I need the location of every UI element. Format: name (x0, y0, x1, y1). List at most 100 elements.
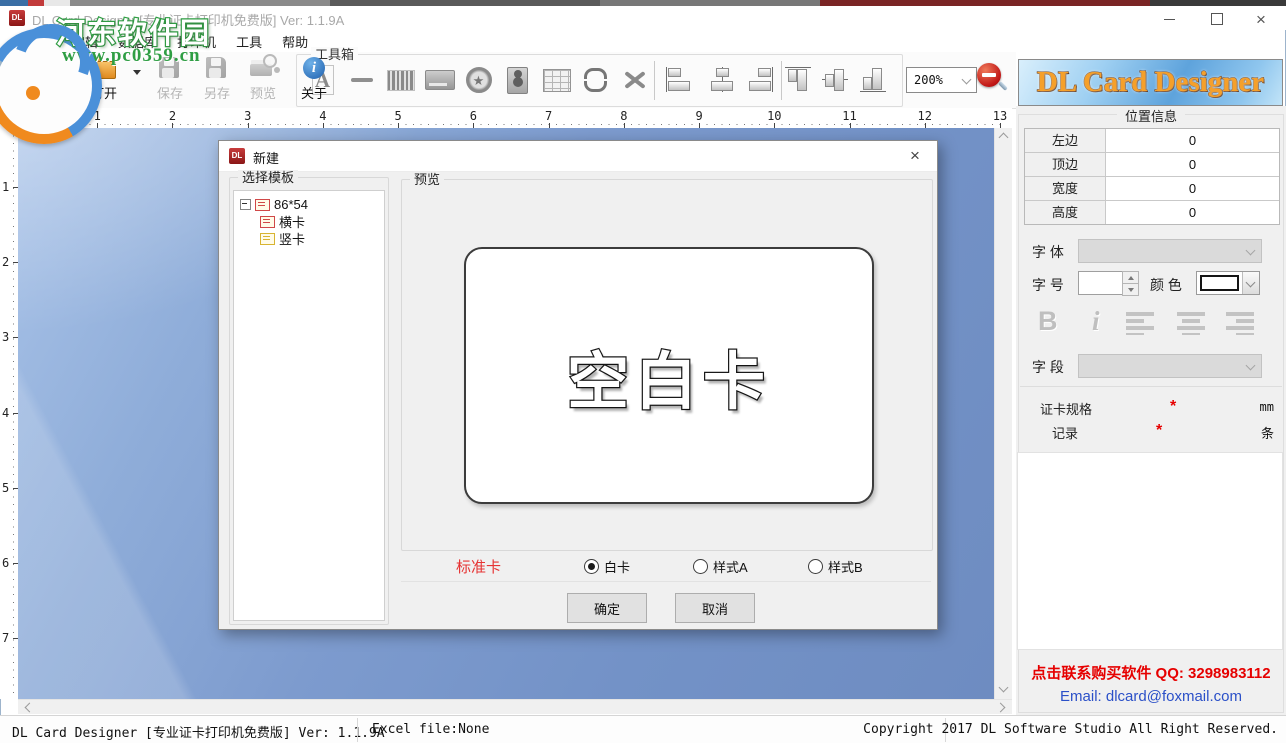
properties-panel: 位置信息 左边0顶边0宽度0高度0 字 体 字 号 颜 色 B i 字 段 证卡… (1016, 106, 1286, 715)
align-middle-vertical-icon[interactable] (822, 67, 848, 92)
scroll-left-icon[interactable] (25, 703, 35, 713)
radio-unchecked-icon[interactable] (693, 559, 708, 574)
barcode-tool-icon[interactable] (383, 61, 418, 99)
app-window: DL DL Card Designer [专业证卡打印机免费版] Ver: 1.… (0, 0, 1286, 743)
new-button-label: 新建 (21, 83, 47, 102)
field-select[interactable] (1078, 354, 1262, 378)
scroll-up-icon[interactable] (999, 133, 1009, 143)
tree-collapse-icon[interactable] (240, 199, 251, 210)
italic-button[interactable]: i (1092, 306, 1100, 336)
chevron-down-icon (1246, 361, 1256, 371)
toolbox-separator (781, 61, 782, 100)
menu-item-1[interactable]: 编辑 (62, 30, 108, 53)
position-row-value: 0 (1106, 153, 1279, 176)
line-tool-icon[interactable] (344, 61, 379, 99)
purchase-contact-link[interactable]: 点击联系购买软件 QQ: 3298983112 (1016, 662, 1286, 683)
radio-checked-icon[interactable] (584, 559, 599, 574)
save-button-label: 保存 (157, 83, 183, 102)
preview-icon (248, 54, 278, 82)
align-top-icon[interactable] (785, 67, 811, 92)
ruler-number: 10 (767, 109, 781, 123)
color-dropdown-button[interactable] (1242, 272, 1259, 294)
font-size-label: 字 号 (1032, 275, 1064, 295)
align-center-horizontal-icon[interactable] (709, 67, 735, 92)
delete-tool-icon[interactable] (617, 61, 652, 99)
tree-item-label: 竖卡 (279, 229, 305, 248)
photo-tool-icon[interactable] (500, 61, 535, 99)
ruler-number: 5 (395, 109, 402, 123)
align-text-right-icon[interactable] (1224, 311, 1254, 335)
menu-item-3[interactable]: 打印机 (167, 30, 226, 53)
table-tool-icon[interactable] (539, 61, 574, 99)
card-tool-icon[interactable] (422, 61, 457, 99)
dialog-close-button[interactable]: × (899, 144, 931, 168)
scroll-down-icon[interactable] (999, 683, 1009, 693)
maximize-button[interactable] (1200, 8, 1234, 30)
position-row-label: 顶边 (1025, 153, 1106, 176)
ruler-number: 8 (620, 109, 627, 123)
cancel-button[interactable]: 取消 (675, 593, 755, 623)
align-text-left-icon[interactable] (1126, 311, 1156, 335)
font-color-picker[interactable] (1196, 271, 1260, 295)
align-right-icon[interactable] (747, 67, 773, 92)
about-button[interactable]: 关于 (288, 54, 340, 104)
triangle-down-icon (1128, 288, 1134, 292)
ok-button[interactable]: 确定 (567, 593, 647, 623)
position-row-value: 0 (1106, 177, 1279, 200)
save-button[interactable]: 保存 (146, 54, 194, 104)
tree-item-2[interactable]: 竖卡 (234, 230, 384, 247)
tree-item-1[interactable]: 横卡 (234, 213, 384, 230)
toolbar: 工具箱 200% 新建打开保存另存预览关于 (0, 52, 1016, 109)
status-app-version: DL Card Designer [专业证卡打印机免费版] Ver: 1.1.9… (12, 722, 385, 741)
zoom-select[interactable]: 200% (906, 67, 977, 93)
vertical-scrollbar[interactable] (994, 128, 1012, 699)
color-swatch (1200, 275, 1239, 291)
vertical-ruler: 1234567 (0, 128, 18, 699)
open-button[interactable]: 打开 (64, 54, 144, 104)
refresh-tool-icon[interactable] (578, 61, 613, 99)
radio-2[interactable]: 样式B (808, 557, 863, 576)
bold-button[interactable]: B (1038, 306, 1058, 336)
horizontal-scrollbar[interactable] (18, 699, 1012, 714)
email-link[interactable]: Email: dlcard@foxmail.com (1016, 688, 1286, 705)
align-text-center-icon[interactable] (1176, 311, 1206, 335)
font-family-select[interactable] (1078, 239, 1262, 263)
status-excel-file: Excel file:None (372, 722, 489, 737)
preview-button[interactable]: 预览 (240, 54, 286, 104)
position-row-label: 宽度 (1025, 177, 1106, 200)
tree-item-0[interactable]: 86*54 (234, 196, 384, 213)
open-dropdown-arrow-icon[interactable] (133, 70, 141, 75)
seal-tool-icon[interactable] (461, 61, 496, 99)
position-table: 左边0顶边0宽度0高度0 (1024, 128, 1280, 225)
stepper-down-button[interactable] (1122, 283, 1139, 296)
ruler-number: 0 (18, 109, 25, 123)
font-color-label: 颜 色 (1150, 275, 1182, 295)
record-listbox[interactable] (1017, 452, 1283, 650)
close-button[interactable]: × (1244, 8, 1278, 30)
scroll-right-icon[interactable] (996, 703, 1006, 713)
chevron-down-icon (1246, 277, 1256, 287)
open-button-label: 打开 (91, 83, 117, 102)
radio-1[interactable]: 样式A (693, 557, 748, 576)
menu-item-0[interactable]: 文件 (16, 30, 62, 53)
align-bottom-icon[interactable] (860, 67, 886, 92)
radio-unchecked-icon[interactable] (808, 559, 823, 574)
minimize-button[interactable] (1152, 8, 1186, 30)
triangle-up-icon (1128, 276, 1134, 280)
dialog-title: 新建 (253, 148, 279, 167)
ruler-number: 9 (695, 109, 702, 123)
saveas-button[interactable]: 另存 (194, 54, 240, 104)
new-button[interactable]: 新建 (6, 54, 62, 104)
radio-0[interactable]: 白卡 (584, 557, 630, 576)
saveas-button-label: 另存 (204, 83, 230, 102)
card-template-icon (260, 233, 275, 245)
menu-item-2[interactable]: 数据库 (108, 30, 167, 53)
required-asterisk: * (1170, 398, 1176, 416)
font-size-input[interactable] (1078, 271, 1123, 295)
align-left-icon[interactable] (666, 67, 692, 92)
template-tree[interactable]: 86*54横卡竖卡 (233, 190, 385, 621)
menu-item-4[interactable]: 工具 (226, 30, 272, 53)
font-size-stepper[interactable] (1078, 271, 1138, 295)
zoom-out-button[interactable] (976, 62, 1010, 96)
record-unit: 条 (1261, 423, 1274, 442)
